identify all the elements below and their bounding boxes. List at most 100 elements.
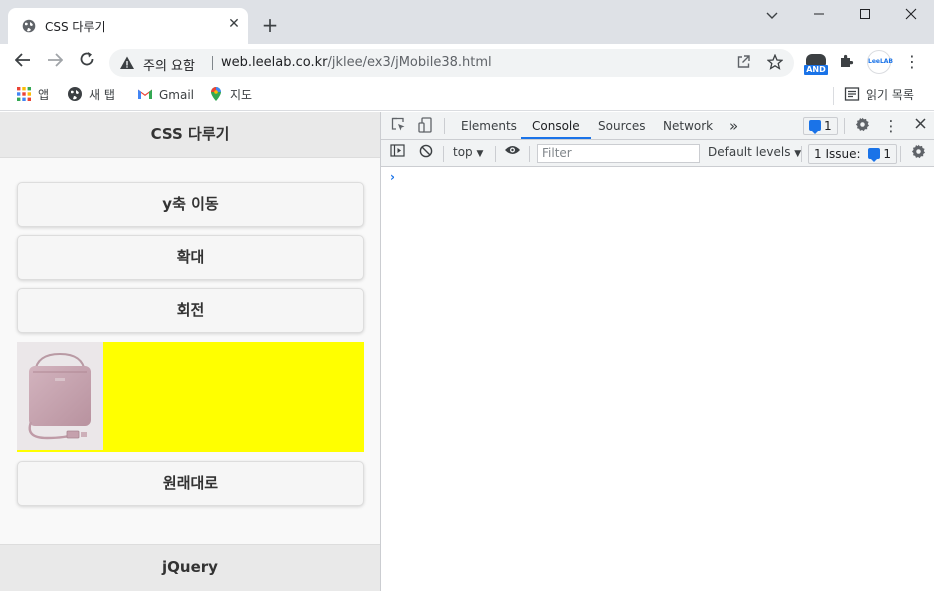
bookmark-apps[interactable]: 앱 <box>16 86 49 104</box>
gear-icon <box>911 144 925 159</box>
eye-icon <box>504 146 520 154</box>
tab-search-button[interactable] <box>757 6 787 28</box>
live-expression-button[interactable] <box>503 144 521 162</box>
devtools-menu-icon[interactable]: ⋮ <box>882 117 900 135</box>
back-button[interactable] <box>12 51 34 73</box>
reading-list-label: 읽기 목록 <box>866 88 914 102</box>
minimize-button[interactable] <box>804 6 834 28</box>
globe-icon <box>68 87 82 101</box>
context-select[interactable]: top ▼ <box>453 145 483 159</box>
bookmarks-divider <box>833 87 834 105</box>
window-close-button[interactable] <box>896 6 926 28</box>
gmail-icon <box>138 89 152 99</box>
bookmark-new-tab-label: 새 탭 <box>89 88 115 102</box>
bookmark-new-tab[interactable]: 새 탭 <box>67 86 115 104</box>
console-filter-input[interactable]: Filter <box>537 144 700 163</box>
target-box <box>17 342 364 452</box>
and-extension-icon[interactable]: AND <box>804 54 828 76</box>
star-icon <box>766 53 784 70</box>
tab-sources[interactable]: Sources <box>598 112 645 139</box>
issues-count: 1 <box>883 147 891 161</box>
log-levels-select[interactable]: Default levels ▼ <box>708 145 801 159</box>
device-toolbar-button[interactable] <box>416 117 434 135</box>
toolbar-divider-4 <box>801 146 802 162</box>
tab-console[interactable]: Console <box>521 112 591 139</box>
clear-console-button[interactable] <box>417 144 435 162</box>
and-cap <box>806 54 826 65</box>
close-icon <box>914 118 926 129</box>
puzzle-icon <box>841 54 854 67</box>
bookmark-gmail-label: Gmail <box>159 88 195 102</box>
extensions-button[interactable] <box>838 53 856 71</box>
share-button[interactable] <box>734 54 752 72</box>
map-pin-icon <box>211 87 221 101</box>
browser-menu-icon[interactable]: ⋮ <box>903 53 921 71</box>
close-devtools-button[interactable] <box>911 117 929 135</box>
address-bar[interactable]: 주의 요함 web.leelab.co.kr/jklee/ex3/jMobile… <box>109 49 794 77</box>
url-text[interactable]: web.leelab.co.kr/jklee/ex3/jMobile38.htm… <box>221 55 492 70</box>
bookmark-star-button[interactable] <box>766 53 784 72</box>
url-path: /jklee/ex3/jMobile38.html <box>327 55 492 70</box>
maximize-button[interactable] <box>850 6 880 28</box>
chevron-down-icon <box>766 12 778 19</box>
minimize-icon <box>814 13 824 15</box>
more-tabs-button[interactable]: » <box>729 112 738 139</box>
console-output[interactable]: › <box>381 167 934 591</box>
inspect-icon <box>391 117 404 131</box>
tab-close-icon[interactable]: ✕ <box>226 16 242 32</box>
console-toolbar: top ▼ Filter Default levels ▼ 1 Issue: 1 <box>381 140 934 167</box>
close-icon <box>905 8 917 20</box>
leelab-profile-icon[interactable]: LeeLAB <box>867 50 893 74</box>
forward-button[interactable] <box>44 51 66 73</box>
console-settings-button[interactable] <box>909 144 927 162</box>
browser-tab[interactable]: CSS 다루기 ✕ <box>8 8 248 44</box>
share-icon <box>737 55 750 68</box>
toolbar-divider-3 <box>529 146 530 162</box>
new-tab-button[interactable]: + <box>260 15 280 35</box>
devtools-panel: Elements Console Sources Network » 1 ⋮ t… <box>380 112 934 591</box>
message-icon <box>809 120 821 134</box>
reload-button[interactable] <box>76 51 98 73</box>
dropdown-arrow-icon: ▼ <box>476 149 484 159</box>
issues-counter: 1 <box>824 119 832 133</box>
tab-network[interactable]: Network <box>663 112 713 139</box>
clear-icon <box>419 144 433 158</box>
tabbar-divider <box>444 118 445 134</box>
translate-y-button[interactable]: y축 이동 <box>17 182 364 227</box>
tab-title: CSS 다루기 <box>45 20 106 34</box>
toolbar-divider-2 <box>495 146 496 162</box>
bookmark-maps-label: 지도 <box>230 88 253 102</box>
console-prompt[interactable]: › <box>390 170 395 184</box>
bookmark-gmail[interactable]: Gmail <box>137 86 194 104</box>
context-value: top <box>453 145 473 159</box>
title-bar: CSS 다루기 ✕ + <box>0 0 934 44</box>
globe-icon <box>22 19 36 33</box>
tab-elements[interactable]: Elements <box>461 112 517 139</box>
and-label: AND <box>804 65 828 75</box>
apps-grid-icon <box>17 87 31 101</box>
scale-button[interactable]: 확대 <box>17 235 364 280</box>
issues-button[interactable]: 1 Issue: 1 <box>808 144 897 164</box>
devtools-tabbar: Elements Console Sources Network » 1 ⋮ <box>381 112 934 140</box>
issues-counter-button[interactable]: 1 <box>803 117 838 135</box>
bag-image <box>17 342 103 450</box>
handbag-picture <box>17 342 103 450</box>
reading-list-icon <box>844 87 860 101</box>
settings-button[interactable] <box>853 117 871 135</box>
bookmark-maps[interactable]: 지도 <box>208 86 252 104</box>
security-label[interactable]: 주의 요함 <box>143 55 195 74</box>
page-viewport: CSS 다루기 y축 이동 확대 회전 원래대로 jQuery <box>0 112 380 591</box>
message-icon <box>868 148 881 162</box>
inspect-element-button[interactable] <box>389 117 407 135</box>
reading-list[interactable]: 읽기 목록 <box>844 86 914 104</box>
reset-button[interactable]: 원래대로 <box>17 461 364 506</box>
maximize-icon <box>860 9 870 19</box>
rotate-button[interactable]: 회전 <box>17 288 364 333</box>
bookmarks-bar: 앱 새 탭 Gmail 지도 읽기 목록 <box>0 81 934 111</box>
gear-icon <box>855 117 869 132</box>
show-sidebar-button[interactable] <box>388 144 406 162</box>
page-header: CSS 다루기 <box>0 112 380 158</box>
sidebar-icon <box>389 144 405 157</box>
page-footer: jQuery <box>0 544 380 591</box>
log-levels-value: Default levels <box>708 145 791 159</box>
